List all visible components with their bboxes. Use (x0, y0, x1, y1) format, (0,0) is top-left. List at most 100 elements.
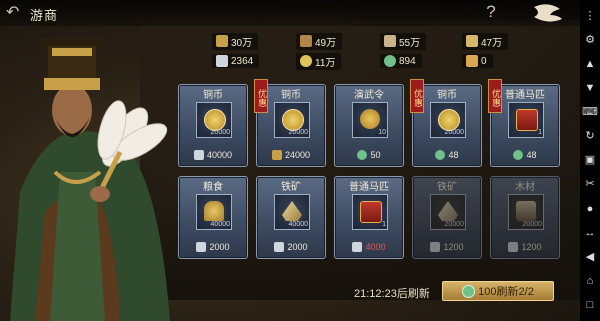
jade-icon (462, 284, 476, 298)
item-glyph (282, 109, 304, 131)
jade-icon (513, 150, 524, 160)
shop-item-price: 24000 (257, 150, 325, 160)
copper-coin-icon: 20000 (274, 102, 310, 138)
shop-item-quantity: 20000 (444, 129, 464, 136)
shop-item-card[interactable]: 演武令 10 50 (334, 84, 404, 167)
more-menu-icon[interactable]: ⋮ (582, 10, 598, 22)
screenshot-icon[interactable]: ▣ (582, 154, 598, 166)
resource-panel: 30万 49万 55万 47万 2364 11万 894 0 (200, 30, 550, 72)
back-nav-icon[interactable]: ◀ (582, 251, 598, 263)
resource-wood: 49万 (296, 32, 343, 50)
resource-token: 0 (462, 52, 493, 70)
shop-item-card[interactable]: 铁矿 40000 2000 (256, 176, 326, 259)
shop-item-card[interactable]: 铁矿 20000 1200 (412, 176, 482, 259)
shop-item-quantity: 40000 (210, 221, 230, 228)
shop-item-quantity: 20000 (288, 129, 308, 136)
copper-coin-icon: 20000 (196, 102, 232, 138)
home-nav-icon[interactable]: ⌂ (582, 275, 598, 287)
shop-item-price-value: 2000 (287, 242, 308, 252)
iron-ore-icon: 40000 (274, 194, 310, 230)
shop-item-name: 铁矿 (281, 182, 301, 193)
resize-icon[interactable]: ↔ (582, 227, 598, 239)
silver-icon (216, 55, 228, 67)
refresh-button[interactable]: 100刷新2/2 (442, 281, 554, 301)
wood-icon (300, 35, 312, 47)
refresh-button-label: 100刷新2/2 (478, 286, 534, 298)
system-side-bar: ⋮ ⚙ ▲ ▼ ⌨ ↻ ▣ ✂ ● ↔ ◀ ⌂ □ (580, 0, 600, 321)
shop-item-name: 粮食 (203, 182, 223, 193)
shop-item-price-value: 48 (448, 150, 459, 160)
silver-icon (352, 242, 363, 252)
shop-item-price: 2000 (257, 242, 325, 252)
shop-item-card[interactable]: 铜币 20000 48 优惠 (410, 79, 482, 167)
scissors-icon[interactable]: ✂ (582, 178, 598, 190)
shop-item-quantity: 20000 (522, 221, 542, 228)
copper-coin-icon: 20000 (430, 102, 466, 138)
record-icon[interactable]: ● (582, 203, 598, 215)
recents-nav-icon[interactable]: □ (582, 299, 598, 311)
item-glyph (516, 109, 538, 131)
silver-icon (196, 242, 207, 252)
silver-icon (274, 242, 285, 252)
shop-item-card[interactable]: 铜币 20000 40000 (178, 84, 248, 167)
resource-coin-value: 11万 (315, 57, 336, 69)
shop-item-card[interactable]: 普通马匹 1 48 优惠 (488, 79, 560, 167)
shop-item-price: 48 (413, 150, 481, 160)
shop-item-price: 50 (335, 150, 403, 160)
shop-item-price-value: 1200 (443, 242, 464, 252)
shop-item-price: 1200 (413, 242, 481, 252)
shop-item-quantity: 20000 (444, 221, 464, 228)
item-glyph (516, 201, 536, 221)
resource-token-value: 0 (481, 55, 487, 67)
volume-up-icon[interactable]: ▲ (582, 58, 598, 70)
shop-item-price-value: 2000 (209, 242, 230, 252)
wood-icon (271, 150, 282, 160)
jade-icon (384, 55, 396, 67)
resource-silver-value: 2364 (231, 55, 254, 67)
resource-jade: 894 (380, 52, 422, 70)
shop-item-name: 木材 (515, 182, 535, 193)
item-glyph (360, 201, 382, 223)
resource-iron-value: 47万 (481, 37, 503, 49)
item-glyph (360, 109, 380, 129)
token-icon (466, 55, 478, 67)
resource-food-value: 30万 (231, 37, 253, 49)
settings-icon[interactable]: ⚙ (582, 34, 598, 46)
item-glyph (204, 201, 224, 221)
shop-item-card[interactable]: 铜币 20000 24000 优惠 (254, 79, 326, 167)
refresh-timer: 21:12:23后刷新 (354, 288, 430, 300)
shop-item-quantity: 10 (378, 129, 386, 136)
horse-crate-icon: 1 (352, 194, 388, 230)
discount-tag: 优惠 (254, 79, 268, 113)
shop-item-quantity: 20000 (210, 129, 230, 136)
food-icon (216, 35, 228, 47)
discount-tag: 优惠 (488, 79, 502, 113)
shop-item-name: 演武令 (354, 90, 384, 101)
keyboard-icon[interactable]: ⌨ (582, 106, 598, 118)
shop-item-price-value: 4000 (365, 242, 386, 252)
silver-icon (508, 242, 519, 252)
shop-item-card[interactable]: 粮食 40000 2000 (178, 176, 248, 259)
resource-stone-value: 55万 (399, 37, 421, 49)
grain-icon: 40000 (196, 194, 232, 230)
rotate-icon[interactable]: ↻ (582, 130, 598, 142)
help-button[interactable]: ? (482, 2, 500, 22)
discount-tag: 优惠 (410, 79, 424, 113)
stone-icon (384, 35, 396, 47)
volume-down-icon[interactable]: ▼ (582, 82, 598, 94)
item-glyph (204, 109, 226, 131)
shop-item-price: 4000 (335, 242, 403, 252)
resource-coin: 11万 (296, 52, 342, 70)
back-arrow-icon[interactable]: ↶ (6, 4, 24, 22)
shop-item-card[interactable]: 木材 20000 1200 (490, 176, 560, 259)
shop-item-price: 2000 (179, 242, 247, 252)
shop-item-card[interactable]: 普通马匹 1 4000 (334, 176, 404, 259)
iron-ore-icon: 20000 (430, 194, 466, 230)
drill-token-icon: 10 (352, 102, 388, 138)
shop-item-name: 普通马匹 (349, 182, 389, 193)
silver-icon (193, 150, 204, 160)
shop-item-price-value: 48 (526, 150, 537, 160)
item-glyph (438, 201, 458, 221)
jade-icon (435, 150, 446, 160)
exit-scroll-icon[interactable] (528, 3, 566, 23)
